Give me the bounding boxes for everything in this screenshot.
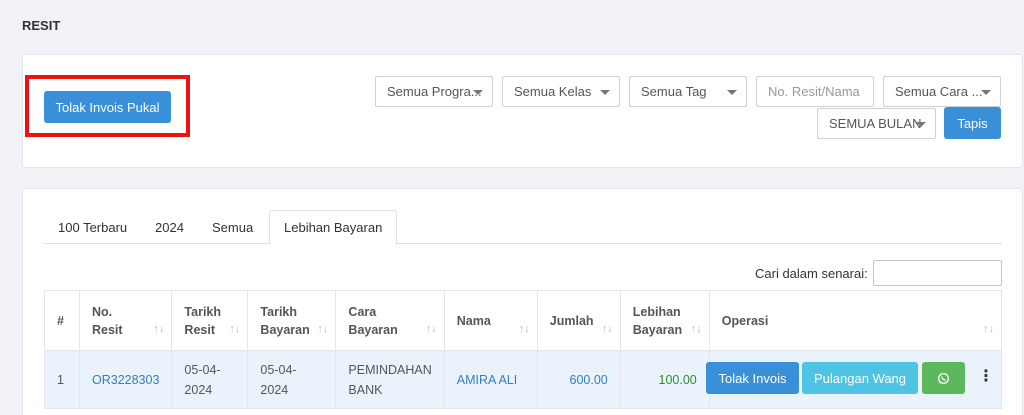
- cell-no-resit: OR3228303: [78, 350, 173, 409]
- cell-jumlah: 600.00: [536, 350, 621, 409]
- refund-button[interactable]: Pulangan Wang: [802, 362, 918, 394]
- receipt-list-panel: 100 Terbaru 2024 Semua Lebihan Bayaran C…: [22, 188, 1023, 415]
- more-options-icon[interactable]: ⋮: [978, 366, 994, 386]
- month-select[interactable]: SEMUA BULAN: [817, 108, 936, 139]
- cell-tarikh-bayaran: 05-04- 2024: [247, 350, 337, 409]
- col-header-jumlah[interactable]: Jumlah ↑↓: [536, 290, 621, 351]
- tab-bar: 100 Terbaru 2024 Semua Lebihan Bayaran: [44, 210, 1002, 245]
- col-tarikh-resit-line1: Tarikh: [184, 304, 222, 319]
- sort-icon: ↑↓: [983, 323, 994, 335]
- col-header-tarikh-resit[interactable]: Tarikh Resit ↑↓: [171, 290, 249, 351]
- chevron-down-icon: [727, 90, 737, 95]
- page-title: RESIT: [22, 18, 61, 33]
- col-cara-bayaran-line2: Bayaran: [348, 322, 398, 337]
- col-cara-bayaran-line1: Cara: [348, 304, 377, 319]
- sort-icon: ↑↓: [690, 323, 702, 335]
- chevron-down-icon: [981, 90, 991, 95]
- sort-icon: ↑↓: [518, 323, 530, 335]
- receipt-number-link[interactable]: OR3228303: [92, 373, 159, 387]
- tab-2024[interactable]: 2024: [141, 210, 198, 244]
- col-no-resit-line1: No.: [92, 304, 113, 319]
- col-lebihan-line1: Lebihan: [632, 304, 681, 319]
- bulk-reject-invoice-button[interactable]: Tolak Invois Pukal: [44, 91, 171, 123]
- tab-lebihan-bayaran[interactable]: Lebihan Bayaran: [269, 210, 398, 245]
- whatsapp-button[interactable]: [922, 362, 965, 394]
- col-tarikh-bayaran-line1: Tarikh: [260, 304, 298, 319]
- chevron-down-icon: [600, 90, 610, 95]
- program-select[interactable]: Semua Progra...: [375, 76, 493, 107]
- student-name-link[interactable]: AMIRA ALI: [457, 373, 517, 387]
- filter-panel: Tolak Invois Pukal Semua Progra... Semua…: [22, 54, 1023, 168]
- sort-icon: ↑↓: [317, 323, 329, 335]
- tag-select[interactable]: Semua Tag: [629, 76, 747, 107]
- list-search-label: Cari dalam senarai:: [755, 266, 868, 281]
- tab-100-terbaru[interactable]: 100 Terbaru: [44, 210, 141, 244]
- col-tarikh-bayaran-line2: Bayaran: [260, 322, 310, 337]
- receipt-search-input[interactable]: No. Resit/Nama: [756, 76, 874, 107]
- chevron-down-icon: [916, 122, 926, 127]
- sort-icon: ↑↓: [153, 323, 165, 335]
- cell-tarikh-resit: 05-04- 2024: [171, 350, 249, 409]
- cell-cara-bayaran: PEMINDAHAN BANK: [335, 350, 445, 409]
- tab-semua[interactable]: Semua: [198, 210, 267, 244]
- table-header-row: # No. Resit ↑↓ Tarikh Resit ↑↓ Tarikh Ba…: [44, 290, 1003, 351]
- tarikh-bayaran-line1: 05-04-: [260, 362, 297, 377]
- col-tarikh-resit-line2: Resit: [184, 322, 215, 337]
- class-select[interactable]: Semua Kelas: [502, 76, 620, 107]
- col-nama-label: Nama: [456, 313, 491, 328]
- col-header-nama[interactable]: Nama ↑↓: [443, 290, 538, 351]
- receipt-search-placeholder: No. Resit/Nama: [768, 84, 860, 99]
- cara-bayaran-line2: BANK: [348, 382, 383, 397]
- tarikh-resit-line1: 05-04-: [184, 362, 221, 377]
- col-header-lebihan-bayaran[interactable]: Lebihan Bayaran ↑↓: [619, 290, 710, 351]
- col-index-label: #: [57, 313, 64, 328]
- col-lebihan-line2: Bayaran: [632, 322, 683, 337]
- reject-invoice-button[interactable]: Tolak Invois: [706, 362, 799, 394]
- col-header-cara-bayaran[interactable]: Cara Bayaran ↑↓: [335, 290, 445, 351]
- cell-lebihan-bayaran: 100.00: [619, 350, 710, 409]
- col-header-index[interactable]: #: [44, 290, 80, 351]
- sort-icon: ↑↓: [425, 323, 437, 335]
- col-no-resit-line2: Resit: [92, 322, 123, 337]
- program-select-value: Semua Progra...: [387, 84, 482, 99]
- col-jumlah-label: Jumlah: [549, 313, 594, 328]
- list-search-input[interactable]: [873, 260, 1002, 286]
- month-select-value: SEMUA BULAN: [829, 116, 922, 131]
- col-header-operasi[interactable]: Operasi ↑↓: [708, 290, 1003, 351]
- cell-index: 1: [44, 350, 80, 409]
- sort-icon: ↑↓: [601, 323, 613, 335]
- col-operasi-label: Operasi: [721, 313, 769, 328]
- tag-select-value: Semua Tag: [641, 84, 707, 99]
- tarikh-bayaran-line2: 2024: [260, 382, 289, 397]
- filter-button[interactable]: Tapis: [944, 107, 1001, 139]
- whatsapp-icon: [937, 372, 950, 384]
- amount-link[interactable]: 600.00: [570, 373, 608, 387]
- payment-method-select[interactable]: Semua Cara ...: [883, 76, 1001, 107]
- class-select-value: Semua Kelas: [514, 84, 592, 99]
- col-header-tarikh-bayaran[interactable]: Tarikh Bayaran ↑↓: [247, 290, 337, 351]
- cara-bayaran-line1: PEMINDAHAN: [348, 362, 432, 377]
- cell-nama: AMIRA ALI: [443, 350, 538, 409]
- sort-icon: ↑↓: [229, 323, 241, 335]
- payment-method-select-value: Semua Cara ...: [895, 84, 983, 99]
- tarikh-resit-line2: 2024: [184, 382, 213, 397]
- col-header-no-resit[interactable]: No. Resit ↑↓: [78, 290, 173, 351]
- chevron-down-icon: [473, 90, 483, 95]
